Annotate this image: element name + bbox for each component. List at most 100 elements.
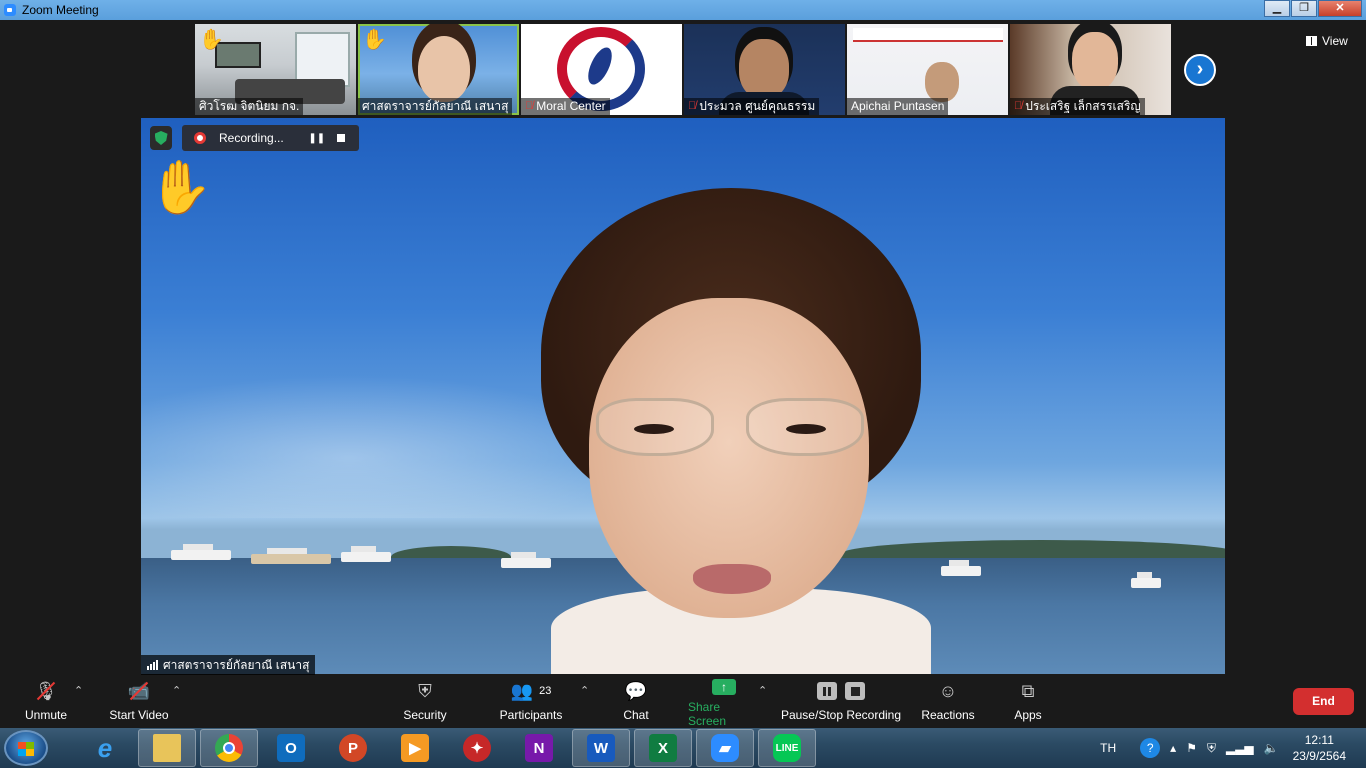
participant-video	[925, 62, 959, 102]
pause-stop-recording-button[interactable]: Pause/Stop Recording	[780, 676, 902, 728]
unmute-button[interactable]: 🎙 Unmute	[22, 676, 70, 728]
clock[interactable]: 12:11 23/9/2564	[1293, 732, 1346, 764]
slide-banner	[853, 28, 1003, 42]
muted-mic-icon: 🎙̸	[688, 100, 697, 112]
raised-hand-icon: ✋	[362, 29, 387, 51]
clock-time: 12:11	[1304, 733, 1334, 747]
participant-video	[1072, 32, 1118, 90]
recording-control-label: Pause/Stop Recording	[780, 708, 902, 722]
volume-icon[interactable]: 🔈	[1264, 741, 1279, 755]
reactions-button[interactable]: ☺ Reactions	[920, 676, 976, 728]
participant-tile[interactable]: Apichai Puntasen	[847, 24, 1008, 115]
participant-name: ศาสตราจารย์กัลยาณี เสนาสุ	[358, 98, 513, 115]
internet-explorer-icon[interactable]: e	[76, 729, 134, 767]
muted-mic-icon: 🎙̸	[525, 100, 534, 112]
boat	[251, 548, 331, 564]
recording-indicator: Recording... ❚❚	[150, 125, 359, 151]
signal-bars-icon	[147, 660, 158, 670]
microphone-icon: 🎙	[35, 676, 58, 706]
share-screen-icon: ↑	[712, 676, 736, 698]
share-options-caret-icon[interactable]: ⌃	[758, 684, 767, 697]
restore-button[interactable]: ❐	[1291, 0, 1317, 17]
participant-name: 🎙̸ ประมวล ศูนย์คุณธรรม	[684, 98, 820, 115]
active-speaker-video	[141, 118, 1225, 674]
window-title: Zoom Meeting	[22, 3, 99, 17]
security-shield-icon: ⛨	[418, 680, 432, 701]
word-icon[interactable]: W	[572, 729, 630, 767]
start-video-label: Start Video	[109, 708, 169, 722]
audio-options-caret-icon[interactable]: ⌃	[74, 684, 83, 697]
media-player-icon[interactable]: ▶	[386, 729, 444, 767]
language-indicator[interactable]: TH	[1100, 741, 1116, 755]
pause-icon	[817, 682, 837, 700]
powerpoint-icon[interactable]: P	[324, 729, 382, 767]
boat	[1131, 572, 1161, 588]
recording-box: Recording... ❚❚	[182, 125, 359, 151]
participant-tile[interactable]: ✋ ศิวโรฒ จิตนิยม กจ.	[195, 24, 356, 115]
security-label: Security	[403, 708, 447, 722]
participant-name: 🎙̸ Moral Center	[521, 98, 610, 115]
next-page-chevron-icon[interactable]: ›	[1184, 54, 1216, 86]
muted-mic-icon: 🎙̸	[1014, 100, 1023, 112]
action-center-flag-icon[interactable]: ⚑	[1186, 741, 1197, 755]
chat-button[interactable]: 💬 Chat	[616, 676, 656, 728]
onenote-icon[interactable]: N	[510, 729, 568, 767]
apps-button[interactable]: ⧉ Apps	[1010, 676, 1046, 728]
network-icon[interactable]: ▂▃▅	[1226, 741, 1254, 755]
participants-count: 23	[539, 685, 552, 697]
outlook-icon[interactable]: O	[262, 729, 320, 767]
security-alert-icon[interactable]: ⛨	[1207, 741, 1216, 756]
windows-logo-icon	[18, 742, 34, 756]
participant-tile[interactable]: 🎙̸ ประเสริฐ เล็กสรรเสริญ	[1010, 24, 1171, 115]
start-button[interactable]	[4, 730, 48, 766]
encryption-shield-icon[interactable]	[150, 126, 172, 150]
start-video-button[interactable]: 📹 Start Video	[106, 676, 172, 728]
meeting-area: ✋ ศิวโรฒ จิตนิยม กจ. ✋ ศาสตราจารย์กัลยาณ…	[0, 20, 1366, 676]
file-explorer-icon[interactable]	[138, 729, 196, 767]
line-icon[interactable]: LINE	[758, 729, 816, 767]
close-button[interactable]: ✕	[1318, 0, 1362, 17]
speaker-person	[521, 188, 941, 674]
eye-right	[786, 424, 826, 434]
unmute-label: Unmute	[24, 708, 68, 722]
share-screen-button[interactable]: ↑ Share Screen	[688, 676, 760, 728]
title-bar: Zoom Meeting ▁ ❐ ✕	[0, 0, 1366, 20]
security-button[interactable]: ⛨ Security	[400, 676, 450, 728]
video-options-caret-icon[interactable]: ⌃	[172, 684, 181, 697]
participant-video	[418, 36, 470, 102]
apps-icon: ⧉	[1021, 680, 1035, 701]
glasses	[596, 398, 866, 458]
excel-icon[interactable]: X	[634, 729, 692, 767]
recording-controls-icon	[813, 676, 869, 706]
participant-tile-active[interactable]: ✋ ศาสตราจารย์กัลยาณี เสนาสุ	[358, 24, 519, 115]
chrome-icon[interactable]	[200, 729, 258, 767]
participants-button[interactable]: 👥 23 Participants	[498, 676, 564, 728]
help-icon[interactable]: ?	[1140, 738, 1161, 758]
participant-tile[interactable]: 🎙̸ ประมวล ศูนย์คุณธรรม	[684, 24, 845, 115]
mouth	[693, 564, 771, 594]
view-button[interactable]: View	[1306, 34, 1348, 48]
minimize-button[interactable]: ▁	[1264, 0, 1290, 17]
boat	[941, 560, 981, 576]
participant-tile[interactable]: 🎙̸ Moral Center	[521, 24, 682, 115]
recording-label: Recording...	[219, 131, 284, 145]
smiley-plus-icon: ☺	[938, 680, 958, 701]
participants-icon: 👥 23	[510, 680, 552, 701]
pause-recording-icon[interactable]: ❚❚	[308, 129, 326, 147]
end-meeting-button[interactable]: End	[1293, 688, 1354, 715]
meeting-toolbar: 🎙 Unmute ⌃ 📹 Start Video ⌃ ⛨ Security 👥2…	[0, 676, 1366, 728]
participant-name: 🎙̸ ประเสริฐ เล็กสรรเสริญ	[1010, 98, 1145, 115]
clock-date: 23/9/2564	[1292, 749, 1346, 763]
boat	[171, 544, 231, 560]
show-hidden-icons-icon[interactable]: ▴	[1170, 741, 1176, 755]
speaker-name: ศาสตราจารย์กัลยาณี เสนาสุ	[163, 658, 310, 672]
stop-recording-icon[interactable]	[332, 129, 350, 147]
zoom-icon[interactable]: ▰	[696, 729, 754, 767]
game-app-icon[interactable]: ✦	[448, 729, 506, 767]
stop-icon	[845, 682, 865, 700]
system-tray: TH ? ▴ ⚑ ⛨ ▂▃▅ 🔈 12:11 23/9/2564	[1090, 728, 1366, 768]
chat-label: Chat	[623, 708, 649, 722]
speaker-name-label: ศาสตราจารย์กัลยาณี เสนาสุ	[141, 655, 316, 675]
participants-caret-icon[interactable]: ⌃	[580, 684, 589, 697]
raised-hand-icon: ✋	[199, 29, 224, 51]
